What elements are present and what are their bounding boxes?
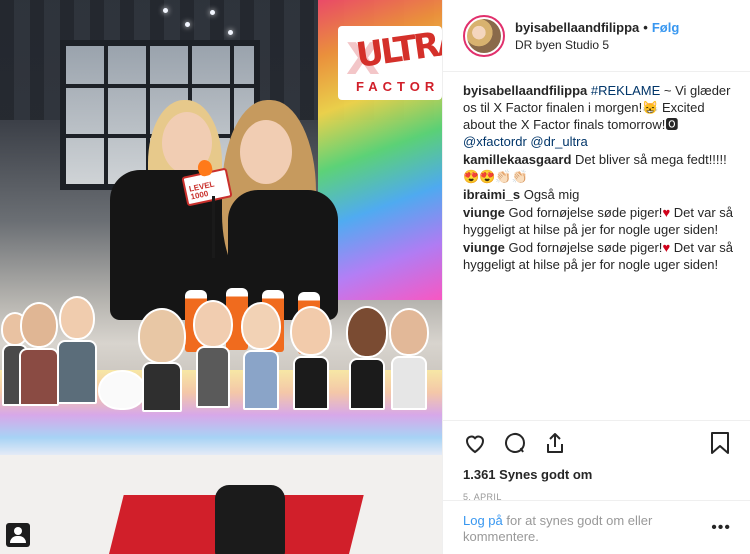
- comment-link[interactable]: @xfactordr: [463, 134, 527, 149]
- comment: viunge God fornøjelse søde piger!♥ Det v…: [463, 239, 734, 273]
- face-cutout: [132, 306, 192, 414]
- comment-username[interactable]: viunge: [463, 240, 505, 255]
- comment: byisabellaandfilippa #REKLAME ~ Vi glæde…: [463, 82, 734, 150]
- share-icon[interactable]: [543, 431, 567, 455]
- header-separator: •: [643, 19, 648, 35]
- post-photo[interactable]: X ULTRA FACTOR LEVEL 1000: [0, 0, 442, 554]
- comment: ibraimi_s Også mig: [463, 186, 734, 203]
- login-footer: Log på for at synes godt om eller kommen…: [443, 500, 750, 545]
- floor-logo-dark: [215, 485, 285, 554]
- comment-username[interactable]: kamillekaasgaard: [463, 152, 571, 167]
- avatar[interactable]: [463, 14, 505, 57]
- sign-text: LEVEL 1000: [188, 179, 216, 202]
- header-username[interactable]: byisabellaandfilippa: [515, 20, 639, 35]
- heart-emoji-icon: ♥: [662, 205, 671, 220]
- face-cutout: [188, 296, 238, 412]
- login-link[interactable]: Log på: [463, 513, 503, 528]
- more-options-icon[interactable]: •••: [711, 519, 731, 545]
- post-header: byisabellaandfilippa • Følg DR byen Stud…: [443, 0, 750, 72]
- x-factor-banner: X ULTRA FACTOR: [338, 21, 442, 100]
- heart-icon[interactable]: [463, 431, 487, 455]
- banner-letters: ULTRA: [353, 21, 442, 77]
- face-cutout: [54, 292, 100, 407]
- sign-stick: [212, 196, 215, 258]
- comment-text: Det bliver så mega fedt!!!!!: [571, 152, 727, 167]
- comment-text: God fornøjelse søde piger!: [504, 205, 663, 220]
- tagged-user-icon[interactable]: [6, 523, 30, 547]
- comment-username[interactable]: byisabellaandfilippa: [463, 83, 587, 98]
- ceiling-light: [185, 22, 190, 27]
- post-details: byisabellaandfilippa • Følg DR byen Stud…: [442, 0, 750, 554]
- emoji-icon: 🅾: [665, 117, 679, 132]
- ceiling-light: [210, 10, 215, 15]
- face: [240, 120, 292, 184]
- follow-button[interactable]: Følg: [652, 20, 679, 35]
- bookmark-icon[interactable]: [709, 431, 731, 455]
- ceiling-light: [228, 30, 233, 35]
- banner-sub: FACTOR: [356, 79, 440, 94]
- comment: viunge God fornøjelse søde piger!♥ Det v…: [463, 204, 734, 238]
- likes-count[interactable]: 1.361 Synes godt om: [463, 467, 731, 482]
- post-modal: X ULTRA FACTOR LEVEL 1000 byisabellaandf…: [0, 0, 750, 554]
- comment-list: byisabellaandfilippa #REKLAME ~ Vi glæde…: [443, 72, 750, 418]
- studio-floor: [0, 455, 442, 554]
- comment-username[interactable]: ibraimi_s: [463, 187, 520, 202]
- location-link[interactable]: DR byen Studio 5: [515, 38, 679, 52]
- heart-emoji-icon: ♥: [662, 240, 671, 255]
- face-cutout: [286, 304, 336, 412]
- comment-username[interactable]: viunge: [463, 205, 505, 220]
- action-bar: 1.361 Synes godt om 5. APRIL: [443, 420, 750, 502]
- comment-icon[interactable]: [503, 431, 527, 455]
- face-cutout: [384, 306, 434, 412]
- comment-link[interactable]: @dr_ultra: [530, 134, 587, 149]
- face-cutout: [236, 300, 286, 412]
- comment-text: God fornøjelse søde piger!: [504, 240, 663, 255]
- ceiling-light: [163, 8, 168, 13]
- comment-text: Også mig: [520, 187, 580, 202]
- emoji-group: 😍😍👏🏻👏🏻: [463, 169, 528, 184]
- comment-link[interactable]: #REKLAME: [591, 83, 660, 98]
- comment: kamillekaasgaard Det bliver så mega fedt…: [463, 151, 734, 185]
